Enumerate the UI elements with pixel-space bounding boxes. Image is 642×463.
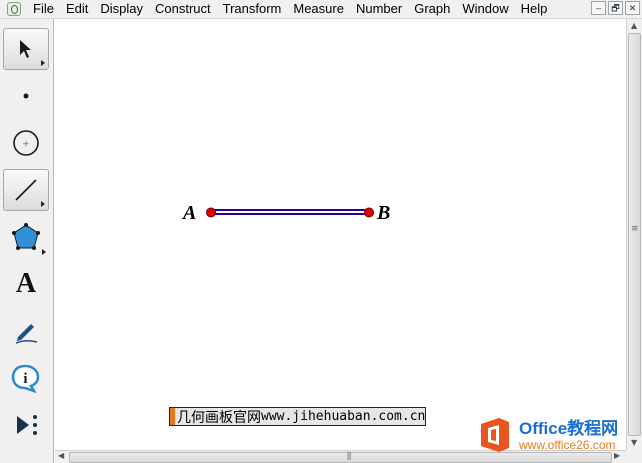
svg-text:i: i [23, 371, 27, 387]
scroll-left-arrow-icon[interactable]: ◀ [58, 451, 64, 460]
info-icon: i [11, 364, 40, 393]
menu-file[interactable]: File [27, 0, 60, 18]
vertical-scroll-thumb[interactable]: ≡ [628, 33, 641, 436]
caption-url: www.jihehuaban.com.cn [261, 409, 426, 424]
point-a[interactable] [206, 207, 216, 218]
marker-tool[interactable] [3, 310, 49, 352]
grip-icon: ⫼ [347, 452, 351, 462]
toolbox: + A i [0, 19, 54, 463]
tool-menu-indicator [41, 201, 45, 207]
arrow-cursor-icon [20, 40, 31, 58]
text-a-icon: A [15, 268, 37, 299]
selection-arrow-tool[interactable] [3, 28, 49, 70]
window-controls: – 🗗 ✕ [591, 1, 640, 15]
sketch-canvas[interactable]: A B [55, 19, 626, 450]
polygon-tool[interactable] [3, 216, 49, 258]
svg-text:+: + [22, 140, 30, 150]
office-logo-icon [481, 418, 509, 452]
restore-button[interactable]: 🗗 [608, 1, 623, 15]
tool-menu-indicator [42, 249, 46, 255]
minimize-button[interactable]: – [591, 1, 606, 15]
play-dots-icon [17, 415, 37, 435]
menu-number[interactable]: Number [350, 0, 408, 18]
pentagon-icon [12, 223, 40, 250]
app-icon[interactable] [7, 2, 21, 16]
menu-transform[interactable]: Transform [217, 0, 288, 18]
grip-icon: ≡ [631, 224, 638, 234]
menu-bar: File Edit Display Construct Transform Me… [0, 0, 642, 19]
close-button[interactable]: ✕ [625, 1, 640, 15]
custom-tool[interactable] [3, 404, 49, 446]
menu-construct[interactable]: Construct [149, 0, 217, 18]
straightedge-tool[interactable] [3, 169, 49, 211]
point-a-label[interactable]: A [183, 202, 196, 225]
caption-accent [170, 408, 175, 425]
menu-edit[interactable]: Edit [60, 0, 94, 18]
text-tool[interactable]: A [3, 263, 49, 305]
point-tool[interactable] [3, 75, 49, 117]
segment-icon [15, 179, 37, 201]
menu-help[interactable]: Help [515, 0, 554, 18]
menu-window[interactable]: Window [456, 0, 514, 18]
pen-icon [15, 324, 38, 344]
compass-tool[interactable]: + [3, 122, 49, 164]
menu-display[interactable]: Display [94, 0, 149, 18]
watermark-url: www.office26.com [519, 437, 616, 452]
office-watermark: Office教程网 www.office26.com [477, 413, 637, 457]
menu-measure[interactable]: Measure [287, 0, 350, 18]
vertical-scrollbar[interactable]: ▲ ≡ ▼ [626, 19, 642, 450]
website-caption: 几何画板官网 www.jihehuaban.com.cn [169, 407, 427, 426]
scroll-up-arrow-icon[interactable]: ▲ [631, 21, 637, 30]
point-icon [23, 93, 29, 99]
sketch-drawing [206, 207, 374, 218]
menu-graph[interactable]: Graph [408, 0, 456, 18]
point-b[interactable] [364, 207, 374, 218]
point-b-label[interactable]: B [377, 202, 390, 225]
watermark-title: Office教程网 [519, 418, 619, 438]
circle-icon: + [13, 130, 39, 156]
caption-chinese: 几何画板官网 [177, 409, 261, 426]
information-tool[interactable]: i [3, 357, 49, 399]
tool-menu-indicator [41, 60, 45, 66]
